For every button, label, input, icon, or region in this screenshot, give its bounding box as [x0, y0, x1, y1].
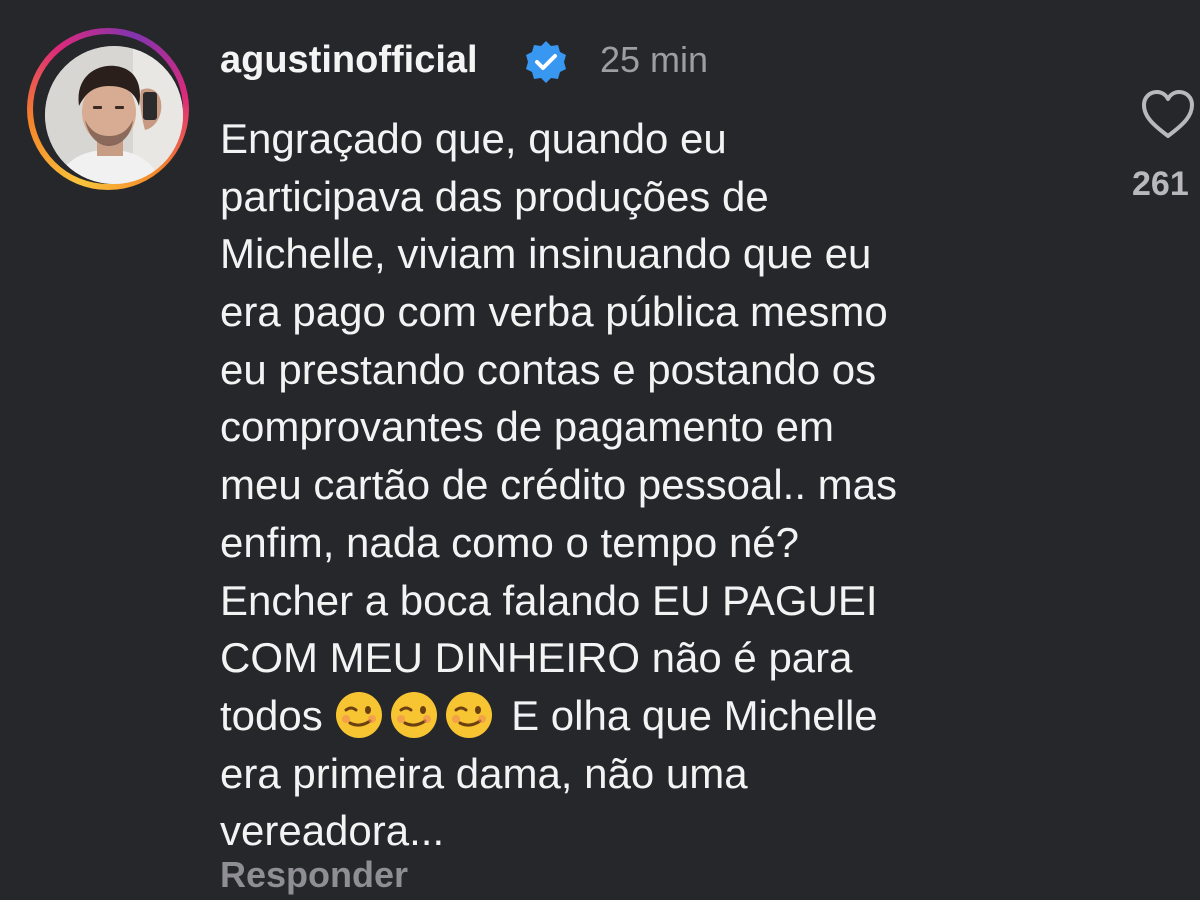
comment-timestamp: 25 min: [600, 39, 709, 80]
comment-text-fragment: todos: [220, 691, 323, 739]
comment-text-line: Engraçado que, quando eu: [220, 115, 727, 162]
comment-text-line: era pago com verba pública mesmo: [220, 288, 888, 336]
avatar-story-ring[interactable]: [27, 28, 189, 190]
comment-text-line: Encher a boca falando EU PAGUEI: [220, 576, 878, 624]
comment-text-line: COM MEU DINHEIRO não é para: [220, 634, 853, 682]
winking-face-emoji-icon: [446, 691, 493, 738]
comment-text-line: era primeira dama, não uma: [220, 749, 748, 797]
avatar-photo: [45, 46, 183, 184]
comment-text-line-with-emoji: todos E olha que Michelle: [220, 687, 1080, 745]
verified-badge-icon: [526, 41, 566, 83]
username-link[interactable]: agustinofficial: [220, 34, 478, 86]
winking-face-emoji-icon: [391, 691, 438, 738]
heart-outline-icon[interactable]: [1140, 88, 1196, 140]
comment-text-fragment: E olha que Michelle: [511, 691, 878, 739]
like-count: 261: [1132, 165, 1189, 203]
comment-text-line: participava das produções de: [220, 172, 769, 220]
comment-text-line: comprovantes de pagamento em: [220, 403, 835, 451]
comment-text-line: enfim, nada como o tempo né?: [220, 518, 800, 566]
winking-face-emoji-icon: [336, 691, 383, 738]
avatar[interactable]: [45, 46, 183, 184]
comment-text-line: meu cartão de crédito pessoal.. mas: [220, 461, 898, 509]
reply-button[interactable]: Responder: [220, 850, 408, 900]
comment-text-line: eu prestando contas e postando os: [220, 345, 877, 393]
comment-text-line: Michelle, viviam insinuando que eu: [220, 230, 872, 278]
comment-text: Engraçado que, quando eu participava das…: [220, 110, 1080, 860]
comment-item: agustinofficial 25 min Engraçado que, qu…: [0, 0, 1200, 900]
